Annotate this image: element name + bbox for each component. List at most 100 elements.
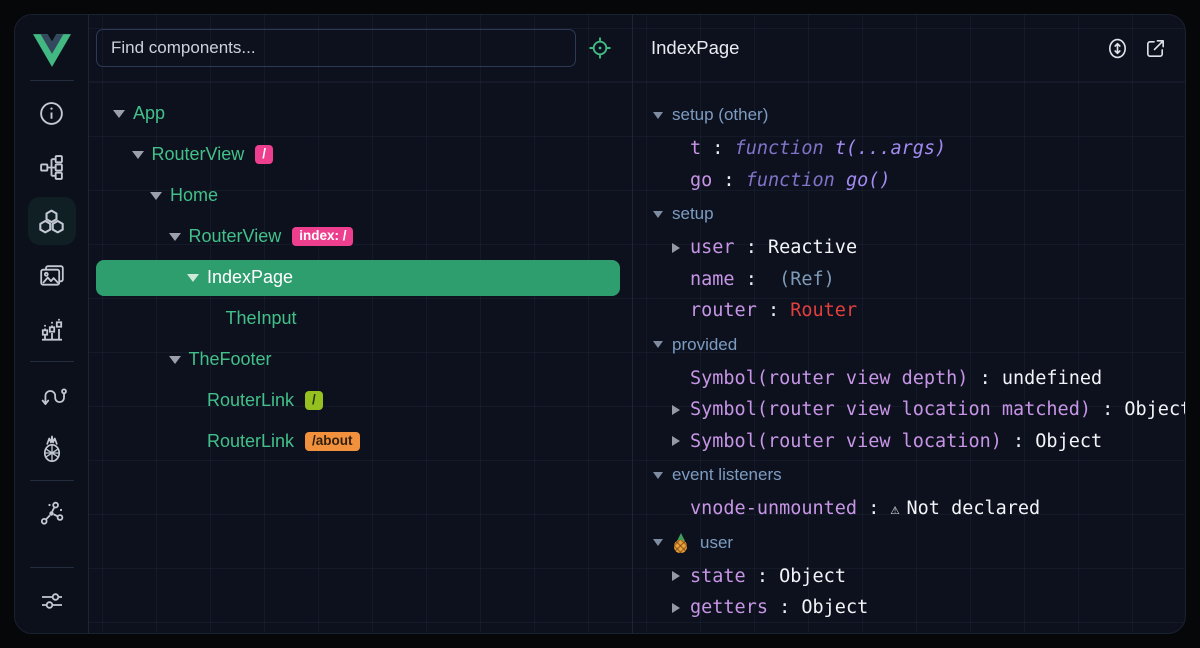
- sidebar-divider: [30, 480, 74, 481]
- expander-icon[interactable]: [169, 356, 181, 364]
- component-name: RouterView: [189, 226, 282, 247]
- section-entries: Symbol(router view depth) : undefined Sy…: [653, 363, 1185, 458]
- tree-row[interactable]: RouterLink /about: [89, 421, 632, 462]
- tree-row[interactable]: TheFooter: [89, 339, 632, 380]
- expander-icon[interactable]: [150, 192, 162, 200]
- property-key: vnode-unmounted: [690, 498, 857, 519]
- sidebar-divider: [30, 80, 74, 81]
- property-key: Symbol(router view location): [690, 431, 1002, 452]
- sidebar-divider: [30, 567, 74, 568]
- property-value: function go(): [746, 170, 891, 191]
- colon-separator: :: [768, 597, 801, 618]
- expander-icon[interactable]: [672, 243, 680, 253]
- colon-separator: :: [757, 300, 790, 321]
- component-name: Home: [170, 185, 218, 206]
- property-value: ⚠Not declared: [891, 498, 1041, 519]
- expander-icon[interactable]: [113, 110, 125, 118]
- inspector-section: provided Symbol(router view depth) : und…: [653, 327, 1185, 458]
- property-key: state: [690, 566, 746, 587]
- property-row[interactable]: state : Object: [653, 561, 1185, 593]
- component-name: TheFooter: [189, 349, 272, 370]
- expander-icon[interactable]: [169, 233, 181, 241]
- property-row[interactable]: t : function t(...args): [653, 133, 1185, 165]
- tree-row[interactable]: Home: [89, 175, 632, 216]
- section-header[interactable]: provided: [653, 327, 1185, 363]
- pinia-store-icon: [672, 533, 689, 553]
- colon-separator: :: [857, 498, 890, 519]
- open-in-editor-icon[interactable]: [1144, 37, 1167, 60]
- collapse-icon: [653, 341, 663, 348]
- property-value: function t(...args): [735, 138, 947, 159]
- property-row[interactable]: Symbol(router view location) : Object: [653, 426, 1185, 458]
- vue-logo: [33, 25, 71, 75]
- tree-row[interactable]: RouterView index: /: [89, 216, 632, 257]
- inspector-section: event listeners vnode-unmounted : ⚠Not d…: [653, 457, 1185, 525]
- tree-row[interactable]: RouterView /: [89, 134, 632, 175]
- expander-icon[interactable]: [132, 151, 144, 159]
- inspector-panel: IndexPage setup (ot: [633, 15, 1185, 633]
- section-entries: vnode-unmounted : ⚠Not declared: [653, 493, 1185, 525]
- sidebar-item-timeline[interactable]: [15, 302, 89, 356]
- search-input[interactable]: [96, 29, 576, 67]
- sidebar: [15, 15, 89, 633]
- expander-icon[interactable]: [672, 405, 680, 415]
- section-title: setup: [672, 204, 714, 224]
- sidebar-item-graph[interactable]: [15, 486, 89, 540]
- property-row[interactable]: router : Router: [653, 295, 1185, 327]
- property-row[interactable]: getters : Object: [653, 592, 1185, 624]
- sidebar-item-settings[interactable]: [15, 573, 89, 627]
- section-entries: state : Object getters : Object: [653, 561, 1185, 624]
- collapse-icon: [653, 112, 663, 119]
- section-entries: user : Reactive name : (Ref) router : Ro…: [653, 232, 1185, 327]
- property-value: Object: [1124, 399, 1185, 420]
- tree-row[interactable]: RouterLink /: [89, 380, 632, 421]
- property-value: Object: [1035, 431, 1102, 452]
- scroll-to-component-icon[interactable]: [1106, 37, 1129, 60]
- select-component-in-page-icon[interactable]: [580, 28, 620, 68]
- colon-separator: :: [701, 138, 734, 159]
- expander-icon[interactable]: [672, 436, 680, 446]
- property-key: router: [690, 300, 757, 321]
- property-value: Object: [779, 566, 846, 587]
- component-name: RouterView: [152, 144, 245, 165]
- section-header[interactable]: setup (other): [653, 97, 1185, 133]
- colon-separator: :: [1002, 431, 1035, 452]
- tree-row[interactable]: IndexPage: [89, 257, 632, 298]
- section-header[interactable]: event listeners: [653, 457, 1185, 493]
- expander-icon[interactable]: [672, 571, 680, 581]
- property-value: Reactive: [768, 237, 857, 258]
- colon-separator: :: [1091, 399, 1124, 420]
- property-key: name: [690, 269, 735, 290]
- route-badge: index: /: [292, 227, 353, 247]
- sidebar-item-pinia[interactable]: [15, 421, 89, 475]
- colon-separator: :: [735, 237, 768, 258]
- sidebar-item-components[interactable]: [15, 194, 89, 248]
- sidebar-item-overview[interactable]: [15, 86, 89, 140]
- property-row[interactable]: name : (Ref): [653, 264, 1185, 296]
- component-name: TheInput: [226, 308, 297, 329]
- property-row[interactable]: Symbol(router view location matched) : O…: [653, 394, 1185, 426]
- route-badge: /: [255, 145, 273, 165]
- tree-row[interactable]: TheInput: [89, 298, 632, 339]
- section-header[interactable]: user: [653, 525, 1185, 561]
- component-name: IndexPage: [207, 267, 293, 288]
- expander-icon[interactable]: [672, 603, 680, 613]
- property-key: Symbol(router view depth): [690, 368, 968, 389]
- colon-separator: :: [968, 368, 1001, 389]
- sidebar-item-hooks[interactable]: [15, 367, 89, 421]
- property-row[interactable]: user : Reactive: [653, 232, 1185, 264]
- inspector-title: IndexPage: [651, 37, 739, 59]
- property-row[interactable]: Symbol(router view depth) : undefined: [653, 363, 1185, 395]
- component-name: RouterLink: [207, 431, 294, 452]
- sidebar-item-pages[interactable]: [15, 140, 89, 194]
- section-header[interactable]: setup: [653, 196, 1185, 232]
- expander-icon[interactable]: [187, 274, 199, 282]
- inspector-content: setup (other) t : function t(...args) go…: [633, 82, 1185, 633]
- tree-row[interactable]: App: [89, 93, 632, 134]
- property-row[interactable]: go : function go(): [653, 165, 1185, 197]
- property-key: Symbol(router view location matched): [690, 399, 1091, 420]
- property-row[interactable]: vnode-unmounted : ⚠Not declared: [653, 493, 1185, 525]
- component-name: App: [133, 103, 165, 124]
- property-value: (Ref): [768, 269, 835, 290]
- sidebar-item-assets[interactable]: [15, 248, 89, 302]
